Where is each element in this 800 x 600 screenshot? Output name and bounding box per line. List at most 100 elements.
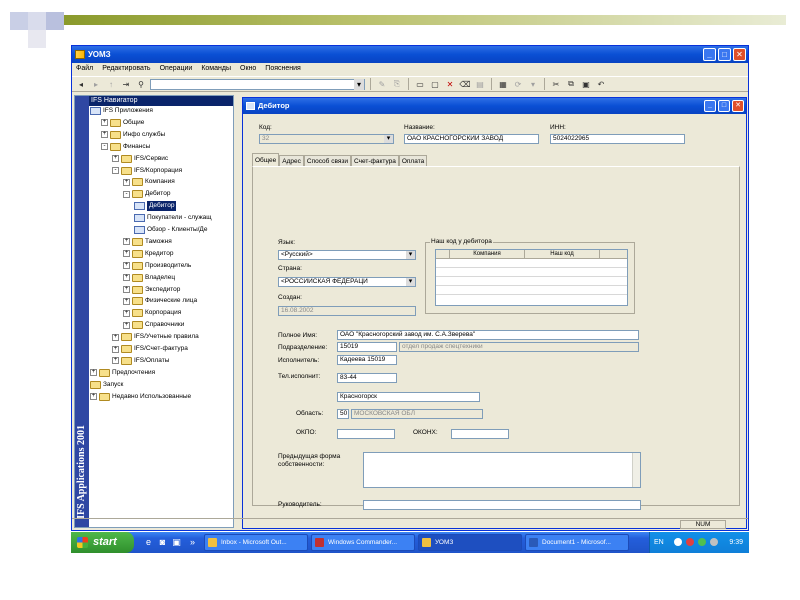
child-minimize-button[interactable]: _ xyxy=(704,100,716,112)
tree-node[interactable]: Обзор - Клиенты/Де xyxy=(134,225,207,235)
duplicate-icon[interactable]: ▢ xyxy=(429,78,441,90)
tree-node[interactable]: - Финансы xyxy=(101,142,150,152)
name-field[interactable]: ОАО КРАСНОГОРСКИЙ ЗАВОД xyxy=(404,134,539,144)
outlook-icon[interactable]: ◙ xyxy=(157,536,168,548)
find-icon[interactable]: ⚲ xyxy=(135,78,147,90)
collapse-icon[interactable]: - xyxy=(101,143,108,151)
start-button[interactable]: start xyxy=(71,532,134,553)
head-field[interactable] xyxy=(363,500,641,510)
back-icon[interactable]: ◂ xyxy=(75,78,87,90)
tree-node[interactable]: Покупатели - служащ xyxy=(134,213,212,223)
our-code-grid[interactable]: Компания Наш код xyxy=(435,249,628,306)
menu-window[interactable]: Окно xyxy=(240,63,256,75)
tree-node[interactable]: + IFS/Оплаты xyxy=(112,356,169,366)
expand-icon[interactable]: + xyxy=(123,286,130,293)
grid-row[interactable] xyxy=(436,286,627,295)
task-inbox[interactable]: Inbox - Microsoft Out... xyxy=(204,534,308,551)
expand-icon[interactable]: + xyxy=(112,333,119,341)
tree-node[interactable]: Дебитор xyxy=(134,201,177,212)
tree-node[interactable]: + IFS/Счет-фактура xyxy=(112,344,188,354)
full-name-field[interactable]: ОАО "Красногорский завод им. С.А.Зверева… xyxy=(337,330,639,340)
tree-node[interactable]: + Предпочтения xyxy=(90,368,155,378)
tree-node[interactable]: - Дебитор xyxy=(123,189,170,199)
expand-icon[interactable]: + xyxy=(123,309,130,317)
tree-node[interactable]: + Экспедитор xyxy=(123,285,180,295)
tree-node[interactable]: + Справочники xyxy=(123,320,184,330)
security-icon[interactable] xyxy=(698,538,706,546)
tree-node[interactable]: + Владелец xyxy=(123,273,175,283)
inn-field[interactable]: 5024022965 xyxy=(550,134,685,144)
grid-row[interactable] xyxy=(436,268,627,277)
delete-icon[interactable]: ✕ xyxy=(444,78,456,90)
new-icon[interactable]: ▭ xyxy=(414,78,426,90)
tree-node[interactable]: Запуск xyxy=(90,380,123,390)
tab-general[interactable]: Общее xyxy=(252,153,280,167)
expand-icon[interactable]: + xyxy=(112,345,119,353)
region-name-field[interactable]: МОСКОВСКАЯ ОБЛ xyxy=(351,409,483,419)
division-desc-field[interactable]: отдел продаж спецтехники xyxy=(399,342,639,352)
tree-node[interactable]: + IFS/Учетные правила xyxy=(112,332,199,342)
menu-help[interactable]: Пояснения xyxy=(265,63,301,75)
expand-icon[interactable]: + xyxy=(90,369,97,377)
antivirus-icon[interactable] xyxy=(686,538,694,546)
query-icon[interactable]: ▦ xyxy=(497,78,509,90)
tree-root[interactable]: IFS Приложения xyxy=(90,106,153,116)
language-select[interactable]: <Русский> xyxy=(278,250,416,260)
tree-node[interactable]: + Общие xyxy=(101,118,144,128)
task-document1[interactable]: Document1 - Microsof... xyxy=(525,534,629,551)
country-select[interactable]: <РОССИЙСКАЯ ФЕДЕРАЦИ xyxy=(278,277,416,287)
close-button[interactable]: ✕ xyxy=(733,48,746,61)
refresh-icon[interactable]: ⟳ xyxy=(512,78,524,90)
expand-icon[interactable]: + xyxy=(123,250,130,258)
prev-form-textarea[interactable] xyxy=(363,452,641,488)
network-icon[interactable] xyxy=(674,538,682,546)
code-field[interactable]: 32 xyxy=(259,134,394,144)
forward-icon[interactable]: ▸ xyxy=(90,78,102,90)
up-icon[interactable]: ↑ xyxy=(105,78,117,90)
grid-header-our-code[interactable]: Наш код xyxy=(525,250,600,258)
child-close-button[interactable]: ✕ xyxy=(732,100,744,112)
okpo-field[interactable] xyxy=(337,429,395,439)
created-field[interactable]: 16.08.2002 xyxy=(278,306,416,316)
expand-icon[interactable]: + xyxy=(123,238,130,246)
expand-icon[interactable]: + xyxy=(123,262,130,270)
tree-node[interactable]: + Недавно Использованные xyxy=(90,392,191,402)
save-icon[interactable]: ▤ xyxy=(474,78,486,90)
grid-header-company[interactable]: Компания xyxy=(450,250,525,258)
task-windows-commander[interactable]: Windows Commander... xyxy=(311,534,415,551)
tree-node[interactable]: + Инфо службы xyxy=(101,130,165,140)
tree-node[interactable]: + Корпорация xyxy=(123,308,181,318)
location-combo[interactable] xyxy=(150,78,365,90)
ie-icon[interactable]: e xyxy=(143,536,154,548)
undo-icon[interactable]: ↶ xyxy=(595,78,607,90)
copy-record-icon[interactable]: ⎘ xyxy=(391,78,403,90)
expand-icon[interactable]: + xyxy=(112,155,119,163)
expand-icon[interactable]: + xyxy=(101,119,108,127)
textarea-scrollbar[interactable] xyxy=(632,453,640,487)
expand-icon[interactable]: + xyxy=(112,357,119,365)
expand-icon[interactable]: + xyxy=(123,321,130,329)
copy-icon[interactable]: ⧉ xyxy=(565,78,577,90)
city-field[interactable]: Красногорск xyxy=(337,392,480,402)
filter-icon[interactable]: ▾ xyxy=(527,78,539,90)
erase-icon[interactable]: ⌫ xyxy=(459,78,471,90)
menu-commands[interactable]: Команды xyxy=(201,63,231,75)
phone-field[interactable]: 83-44 xyxy=(337,373,397,383)
tree-node[interactable]: + Компания xyxy=(123,177,175,187)
language-indicator[interactable]: EN xyxy=(654,532,664,553)
desktop-icon[interactable]: ▣ xyxy=(171,536,182,548)
edit-icon[interactable]: ✎ xyxy=(376,78,388,90)
collapse-icon[interactable]: - xyxy=(123,190,130,198)
volume-icon[interactable] xyxy=(710,538,718,546)
tree-node[interactable]: + Кредитор xyxy=(123,249,173,259)
tree-node[interactable]: + IFS/Сервис xyxy=(112,154,168,164)
maximize-button[interactable]: □ xyxy=(718,48,731,61)
menu-file[interactable]: Файл xyxy=(76,63,93,75)
okonh-field[interactable] xyxy=(451,429,509,439)
collapse-icon[interactable]: - xyxy=(112,167,119,174)
menu-operations[interactable]: Операции xyxy=(160,63,193,75)
grid-row[interactable] xyxy=(436,277,627,286)
task-uomz[interactable]: УОМЗ xyxy=(418,534,522,551)
tree-node[interactable]: - IFS/Корпорация xyxy=(112,166,182,176)
tree-node[interactable]: + Физические лица xyxy=(123,296,197,306)
